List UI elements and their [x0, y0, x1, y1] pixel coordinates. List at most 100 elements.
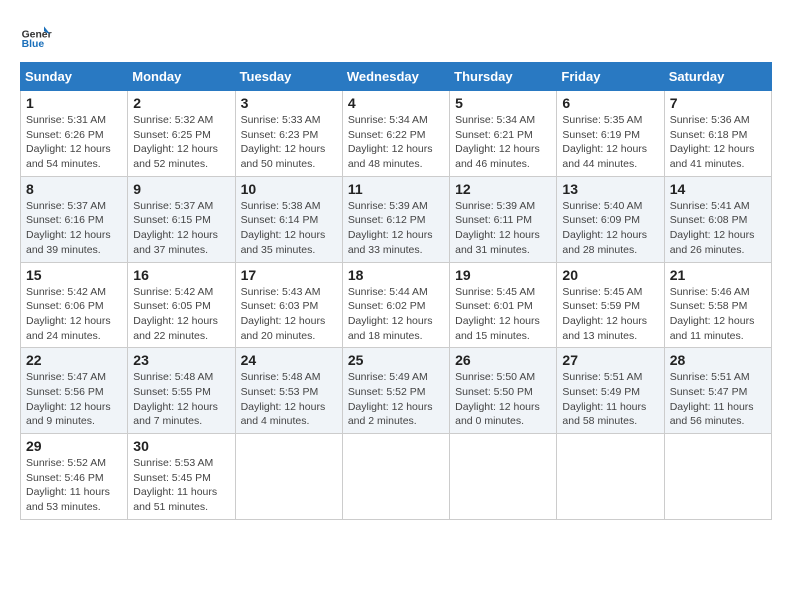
day-number: 18 — [348, 267, 444, 283]
day-header: Sunday — [21, 63, 128, 91]
calendar-cell: 11 Sunrise: 5:39 AM Sunset: 6:12 PM Dayli… — [342, 176, 449, 262]
day-number: 4 — [348, 95, 444, 111]
day-header: Tuesday — [235, 63, 342, 91]
day-detail: Sunrise: 5:37 AM Sunset: 6:15 PM Dayligh… — [133, 199, 229, 258]
day-detail: Sunrise: 5:48 AM Sunset: 5:53 PM Dayligh… — [241, 370, 337, 429]
day-detail: Sunrise: 5:48 AM Sunset: 5:55 PM Dayligh… — [133, 370, 229, 429]
calendar-cell: 17 Sunrise: 5:43 AM Sunset: 6:03 PM Dayli… — [235, 262, 342, 348]
calendar-cell: 27 Sunrise: 5:51 AM Sunset: 5:49 PM Dayli… — [557, 348, 664, 434]
day-detail: Sunrise: 5:50 AM Sunset: 5:50 PM Dayligh… — [455, 370, 551, 429]
day-detail: Sunrise: 5:35 AM Sunset: 6:19 PM Dayligh… — [562, 113, 658, 172]
calendar-cell: 19 Sunrise: 5:45 AM Sunset: 6:01 PM Dayli… — [450, 262, 557, 348]
day-detail: Sunrise: 5:36 AM Sunset: 6:18 PM Dayligh… — [670, 113, 766, 172]
day-detail: Sunrise: 5:33 AM Sunset: 6:23 PM Dayligh… — [241, 113, 337, 172]
day-detail: Sunrise: 5:46 AM Sunset: 5:58 PM Dayligh… — [670, 285, 766, 344]
day-detail: Sunrise: 5:31 AM Sunset: 6:26 PM Dayligh… — [26, 113, 122, 172]
day-detail: Sunrise: 5:45 AM Sunset: 6:01 PM Dayligh… — [455, 285, 551, 344]
day-detail: Sunrise: 5:41 AM Sunset: 6:08 PM Dayligh… — [670, 199, 766, 258]
calendar-cell: 7 Sunrise: 5:36 AM Sunset: 6:18 PM Daylig… — [664, 91, 771, 177]
day-detail: Sunrise: 5:44 AM Sunset: 6:02 PM Dayligh… — [348, 285, 444, 344]
calendar-cell: 13 Sunrise: 5:40 AM Sunset: 6:09 PM Dayli… — [557, 176, 664, 262]
calendar-week: 8Sunrise: 5:37 AM Sunset: 6:16 PM Daylig… — [21, 176, 772, 262]
day-number: 20 — [562, 267, 658, 283]
day-detail: Sunrise: 5:51 AM Sunset: 5:47 PM Dayligh… — [670, 370, 766, 429]
logo: General Blue — [20, 20, 52, 52]
day-number: 23 — [133, 352, 229, 368]
day-number: 26 — [455, 352, 551, 368]
calendar-cell: 18 Sunrise: 5:44 AM Sunset: 6:02 PM Dayli… — [342, 262, 449, 348]
day-number: 30 — [133, 438, 229, 454]
calendar-week: 22 Sunrise: 5:47 AM Sunset: 5:56 PM Dayli… — [21, 348, 772, 434]
day-number: 11 — [348, 181, 444, 197]
day-number: 21 — [670, 267, 766, 283]
calendar-cell: 30Sunrise: 5:53 AM Sunset: 5:45 PM Dayli… — [128, 434, 235, 520]
day-number: 14 — [670, 181, 766, 197]
header-row: SundayMondayTuesdayWednesdayThursdayFrid… — [21, 63, 772, 91]
day-detail: Sunrise: 5:47 AM Sunset: 5:56 PM Dayligh… — [26, 370, 122, 429]
calendar-cell: 23 Sunrise: 5:48 AM Sunset: 5:55 PM Dayli… — [128, 348, 235, 434]
day-number: 6 — [562, 95, 658, 111]
day-number: 9 — [133, 181, 229, 197]
day-number: 19 — [455, 267, 551, 283]
calendar-cell: 4 Sunrise: 5:34 AM Sunset: 6:22 PM Daylig… — [342, 91, 449, 177]
day-number: 16 — [133, 267, 229, 283]
calendar-cell: 8Sunrise: 5:37 AM Sunset: 6:16 PM Daylig… — [21, 176, 128, 262]
day-number: 8 — [26, 181, 122, 197]
calendar-cell: 5 Sunrise: 5:34 AM Sunset: 6:21 PM Daylig… — [450, 91, 557, 177]
calendar-cell: 25 Sunrise: 5:49 AM Sunset: 5:52 PM Dayli… — [342, 348, 449, 434]
day-header: Monday — [128, 63, 235, 91]
day-detail: Sunrise: 5:52 AM Sunset: 5:46 PM Dayligh… — [26, 456, 122, 515]
day-number: 12 — [455, 181, 551, 197]
day-detail: Sunrise: 5:42 AM Sunset: 6:05 PM Dayligh… — [133, 285, 229, 344]
day-header: Thursday — [450, 63, 557, 91]
page-header: General Blue — [20, 20, 772, 52]
logo-icon: General Blue — [20, 20, 52, 52]
calendar-cell: 20 Sunrise: 5:45 AM Sunset: 5:59 PM Dayli… — [557, 262, 664, 348]
calendar-cell: 21 Sunrise: 5:46 AM Sunset: 5:58 PM Dayli… — [664, 262, 771, 348]
day-number: 2 — [133, 95, 229, 111]
calendar-cell — [557, 434, 664, 520]
day-detail: Sunrise: 5:39 AM Sunset: 6:12 PM Dayligh… — [348, 199, 444, 258]
calendar-cell: 26 Sunrise: 5:50 AM Sunset: 5:50 PM Dayli… — [450, 348, 557, 434]
day-detail: Sunrise: 5:39 AM Sunset: 6:11 PM Dayligh… — [455, 199, 551, 258]
svg-text:Blue: Blue — [22, 39, 45, 50]
day-detail: Sunrise: 5:49 AM Sunset: 5:52 PM Dayligh… — [348, 370, 444, 429]
day-detail: Sunrise: 5:40 AM Sunset: 6:09 PM Dayligh… — [562, 199, 658, 258]
calendar-cell: 3 Sunrise: 5:33 AM Sunset: 6:23 PM Daylig… — [235, 91, 342, 177]
day-number: 27 — [562, 352, 658, 368]
calendar-cell — [664, 434, 771, 520]
calendar-cell — [342, 434, 449, 520]
day-detail: Sunrise: 5:45 AM Sunset: 5:59 PM Dayligh… — [562, 285, 658, 344]
calendar-cell: 6 Sunrise: 5:35 AM Sunset: 6:19 PM Daylig… — [557, 91, 664, 177]
day-detail: Sunrise: 5:34 AM Sunset: 6:22 PM Dayligh… — [348, 113, 444, 172]
day-detail: Sunrise: 5:43 AM Sunset: 6:03 PM Dayligh… — [241, 285, 337, 344]
calendar-week: 29 Sunrise: 5:52 AM Sunset: 5:46 PM Dayli… — [21, 434, 772, 520]
day-number: 22 — [26, 352, 122, 368]
calendar-week: 1Sunrise: 5:31 AM Sunset: 6:26 PM Daylig… — [21, 91, 772, 177]
day-number: 29 — [26, 438, 122, 454]
day-number: 13 — [562, 181, 658, 197]
calendar-cell — [450, 434, 557, 520]
calendar-cell: 15Sunrise: 5:42 AM Sunset: 6:06 PM Dayli… — [21, 262, 128, 348]
calendar-cell: 9 Sunrise: 5:37 AM Sunset: 6:15 PM Daylig… — [128, 176, 235, 262]
calendar-cell: 14 Sunrise: 5:41 AM Sunset: 6:08 PM Dayli… — [664, 176, 771, 262]
day-number: 25 — [348, 352, 444, 368]
calendar-cell: 29 Sunrise: 5:52 AM Sunset: 5:46 PM Dayli… — [21, 434, 128, 520]
calendar-table: SundayMondayTuesdayWednesdayThursdayFrid… — [20, 62, 772, 520]
calendar-cell: 10 Sunrise: 5:38 AM Sunset: 6:14 PM Dayli… — [235, 176, 342, 262]
day-number: 7 — [670, 95, 766, 111]
day-detail: Sunrise: 5:51 AM Sunset: 5:49 PM Dayligh… — [562, 370, 658, 429]
day-detail: Sunrise: 5:32 AM Sunset: 6:25 PM Dayligh… — [133, 113, 229, 172]
day-header: Wednesday — [342, 63, 449, 91]
calendar-cell: 22 Sunrise: 5:47 AM Sunset: 5:56 PM Dayli… — [21, 348, 128, 434]
day-detail: Sunrise: 5:38 AM Sunset: 6:14 PM Dayligh… — [241, 199, 337, 258]
day-number: 17 — [241, 267, 337, 283]
calendar-cell: 1Sunrise: 5:31 AM Sunset: 6:26 PM Daylig… — [21, 91, 128, 177]
day-detail: Sunrise: 5:34 AM Sunset: 6:21 PM Dayligh… — [455, 113, 551, 172]
day-number: 28 — [670, 352, 766, 368]
day-number: 5 — [455, 95, 551, 111]
day-number: 10 — [241, 181, 337, 197]
day-number: 15 — [26, 267, 122, 283]
day-number: 3 — [241, 95, 337, 111]
calendar-cell: 16 Sunrise: 5:42 AM Sunset: 6:05 PM Dayli… — [128, 262, 235, 348]
